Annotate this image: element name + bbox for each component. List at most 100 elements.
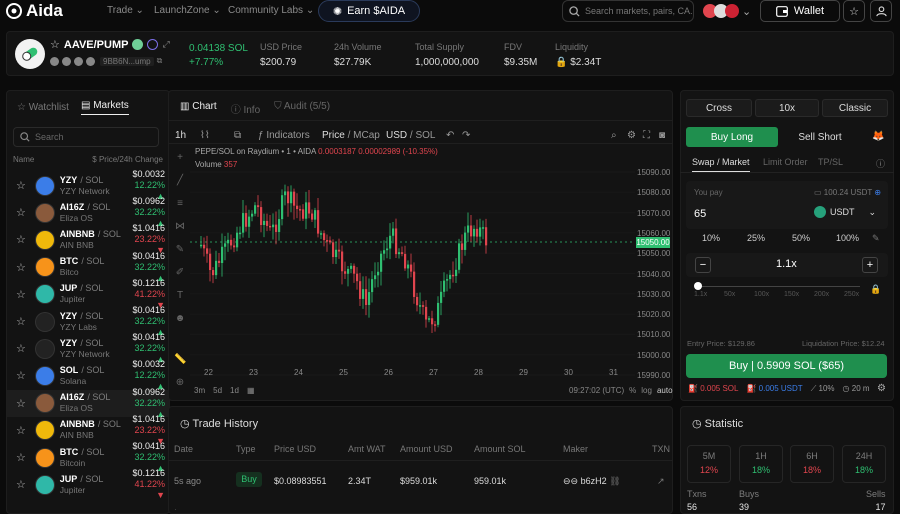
list-item[interactable]: ☆ YZY / SOL YZY Network $0.0416 32.22% ▲ bbox=[7, 332, 169, 364]
compare-icon[interactable]: ⧉ bbox=[234, 130, 241, 141]
star-icon[interactable]: ☆ bbox=[12, 424, 30, 437]
telegram-icon[interactable] bbox=[62, 56, 71, 66]
margin-cross-button[interactable]: Cross bbox=[686, 99, 752, 117]
fib-icon[interactable]: ≡ bbox=[174, 198, 186, 210]
indicators-button[interactable]: ƒ Indicators bbox=[258, 130, 310, 141]
star-icon[interactable]: ☆ bbox=[12, 179, 30, 192]
external-link-icon[interactable]: ↗ bbox=[657, 476, 665, 487]
timeframe-5m[interactable]: 5M 12% bbox=[687, 445, 731, 483]
zoom-icon[interactable]: ⊕ bbox=[174, 377, 186, 389]
row-maker[interactable]: ⊖⊖ b6zH2 ⛓ bbox=[563, 476, 621, 487]
wallet-button[interactable]: Wallet bbox=[760, 0, 840, 22]
range-1d[interactable]: 1d bbox=[230, 386, 239, 395]
pct-50-button[interactable]: 50% bbox=[792, 233, 810, 243]
twitter-icon[interactable] bbox=[74, 56, 83, 66]
buy-long-tab[interactable]: Buy Long bbox=[686, 127, 778, 147]
percent-toggle[interactable]: % bbox=[629, 386, 636, 395]
crosshair-icon[interactable]: + bbox=[174, 152, 186, 164]
star-icon[interactable]: ☆ bbox=[12, 206, 30, 219]
timeframe-24h[interactable]: 24H 18% bbox=[842, 445, 886, 483]
earn-aida-button[interactable]: ✺ Earn $AIDA bbox=[318, 0, 420, 22]
minus-button[interactable]: − bbox=[695, 257, 711, 273]
list-item[interactable]: ☆ BTC / SOL Bitco $0.0416 32.22% ▲ bbox=[7, 251, 169, 283]
price-mcap-toggle[interactable]: Price / MCap bbox=[322, 130, 380, 141]
usd-sol-toggle[interactable]: USD / SOL bbox=[386, 130, 435, 141]
smile-icon[interactable]: ☻ bbox=[174, 313, 186, 325]
range-3m[interactable]: 3m bbox=[194, 386, 205, 395]
list-item[interactable]: ☆ JUP / SOL Jupiter $0.1216 41.22% ▼ bbox=[7, 468, 169, 500]
share-icon[interactable]: ⤢ bbox=[162, 39, 169, 50]
profile-button[interactable] bbox=[870, 0, 892, 22]
pct-100-button[interactable]: 100% bbox=[836, 233, 859, 243]
edit-icon[interactable]: ✎ bbox=[872, 233, 880, 244]
list-item[interactable]: ☆ AI16Z / SOL Eliza OS $0.0962 32.22% ▲ bbox=[7, 196, 169, 228]
settings-icon[interactable]: ⚙ bbox=[627, 130, 636, 141]
list-item[interactable]: ☆ SOL / SOL Solana $0.0032 12.22% ▲ bbox=[7, 359, 169, 391]
tab-info[interactable]: ⓘ Info bbox=[231, 101, 260, 116]
auto-toggle[interactable]: auto bbox=[657, 386, 673, 395]
tab-audit[interactable]: ⛉ Audit (5/5) bbox=[274, 101, 330, 116]
pay-amount-input[interactable]: 65 bbox=[694, 208, 706, 220]
tab-markets[interactable]: ▤ Markets bbox=[80, 100, 129, 115]
star-icon[interactable]: ☆ bbox=[12, 369, 30, 382]
timeframe-6h[interactable]: 6H 18% bbox=[790, 445, 834, 483]
tab-chart[interactable]: ▥ Chart bbox=[180, 101, 217, 116]
nav-launchzone[interactable]: LaunchZone ⌄ bbox=[154, 5, 221, 16]
plus-button[interactable]: + bbox=[862, 257, 878, 273]
star-icon[interactable]: ☆ bbox=[12, 261, 30, 274]
star-icon[interactable]: ☆ bbox=[50, 38, 60, 51]
tab-swap-market[interactable]: Swap / Market bbox=[692, 157, 750, 172]
leverage-slider-track[interactable] bbox=[697, 286, 860, 287]
star-icon[interactable]: ☆ bbox=[12, 233, 30, 246]
leverage-slider-thumb[interactable] bbox=[694, 282, 702, 290]
brand-logo[interactable]: Aida bbox=[6, 1, 63, 21]
list-item[interactable]: ☆ YZY / SOL YZY Labs $0.0416 32.22% ▲ bbox=[7, 305, 169, 337]
price-chart[interactable] bbox=[190, 165, 670, 380]
tab-limit-order[interactable]: Limit Order bbox=[763, 157, 808, 167]
watchlist-search-input[interactable]: Search bbox=[13, 127, 159, 147]
classic-mode-button[interactable]: Classic bbox=[822, 99, 888, 117]
info-icon[interactable]: ⓘ bbox=[876, 157, 885, 170]
fullscreen-icon[interactable]: ⛶ bbox=[643, 130, 650, 141]
list-item[interactable]: ☆ AINBNB / SOL AIN BNB $1.0416 23.22% ▼ bbox=[7, 223, 169, 255]
pattern-icon[interactable]: ⋈ bbox=[174, 221, 186, 233]
list-item[interactable]: ☆ AINBNB / SOL AIN BNB $1.0416 23.22% ▼ bbox=[7, 414, 169, 446]
list-item[interactable]: ☆ BTC / SOL Bitcoin $0.0416 32.22% ▲ bbox=[7, 441, 169, 473]
star-icon[interactable]: ☆ bbox=[12, 288, 30, 301]
nav-trade[interactable]: Trade ⌄ bbox=[107, 5, 144, 16]
star-icon[interactable]: ☆ bbox=[12, 478, 30, 491]
trendline-icon[interactable]: ╱ bbox=[174, 175, 186, 187]
buy-submit-button[interactable]: Buy | 0.5909 SOL ($65) bbox=[686, 354, 887, 378]
fox-icon[interactable]: 🦊 bbox=[872, 131, 884, 142]
text-icon[interactable]: T bbox=[174, 290, 186, 302]
globe-icon[interactable] bbox=[86, 56, 95, 66]
star-icon[interactable]: ☆ bbox=[12, 397, 30, 410]
pct-25-button[interactable]: 25% bbox=[747, 233, 765, 243]
website-icon[interactable] bbox=[50, 56, 59, 66]
address-badge[interactable]: 9BB6N...ump bbox=[100, 56, 154, 66]
currency-selector[interactable]: USDT ⌄ bbox=[814, 206, 876, 218]
leverage-button[interactable]: 10x bbox=[755, 99, 819, 117]
log-toggle[interactable]: log bbox=[641, 386, 652, 395]
interval-selector[interactable]: 1h bbox=[175, 130, 186, 141]
favorites-button[interactable]: ☆ bbox=[843, 0, 865, 22]
lock-icon[interactable]: 🔒 bbox=[870, 284, 881, 295]
camera-icon[interactable]: ◙ bbox=[659, 130, 665, 141]
tab-watchlist[interactable]: ☆ Watchlist bbox=[17, 102, 69, 113]
copy-icon[interactable]: ⧉ bbox=[157, 56, 163, 66]
star-icon[interactable]: ☆ bbox=[12, 342, 30, 355]
plus-circle-icon[interactable]: ⊕ bbox=[874, 188, 881, 197]
search-icon[interactable]: ⌕ bbox=[611, 130, 617, 141]
sell-short-tab[interactable]: Sell Short bbox=[778, 127, 862, 147]
undo-icon[interactable]: ↶ bbox=[446, 130, 454, 141]
star-icon[interactable]: ☆ bbox=[12, 451, 30, 464]
pct-10-button[interactable]: 10% bbox=[702, 233, 720, 243]
list-item[interactable]: ☆ YZY / SOL YZY Network $0.0032 12.22% ▲ bbox=[7, 169, 169, 201]
search-input[interactable]: Search markets, pairs, CA... bbox=[562, 0, 694, 22]
network-selector[interactable]: ⌄ bbox=[703, 0, 753, 22]
brush-icon[interactable]: ✐ bbox=[174, 267, 186, 279]
tab-tpsl[interactable]: TP/SL bbox=[818, 157, 843, 167]
redo-icon[interactable]: ↷ bbox=[462, 130, 470, 141]
nav-community-labs[interactable]: Community Labs ⌄ bbox=[228, 5, 314, 16]
settings-icon[interactable]: ⚙ bbox=[877, 383, 886, 394]
